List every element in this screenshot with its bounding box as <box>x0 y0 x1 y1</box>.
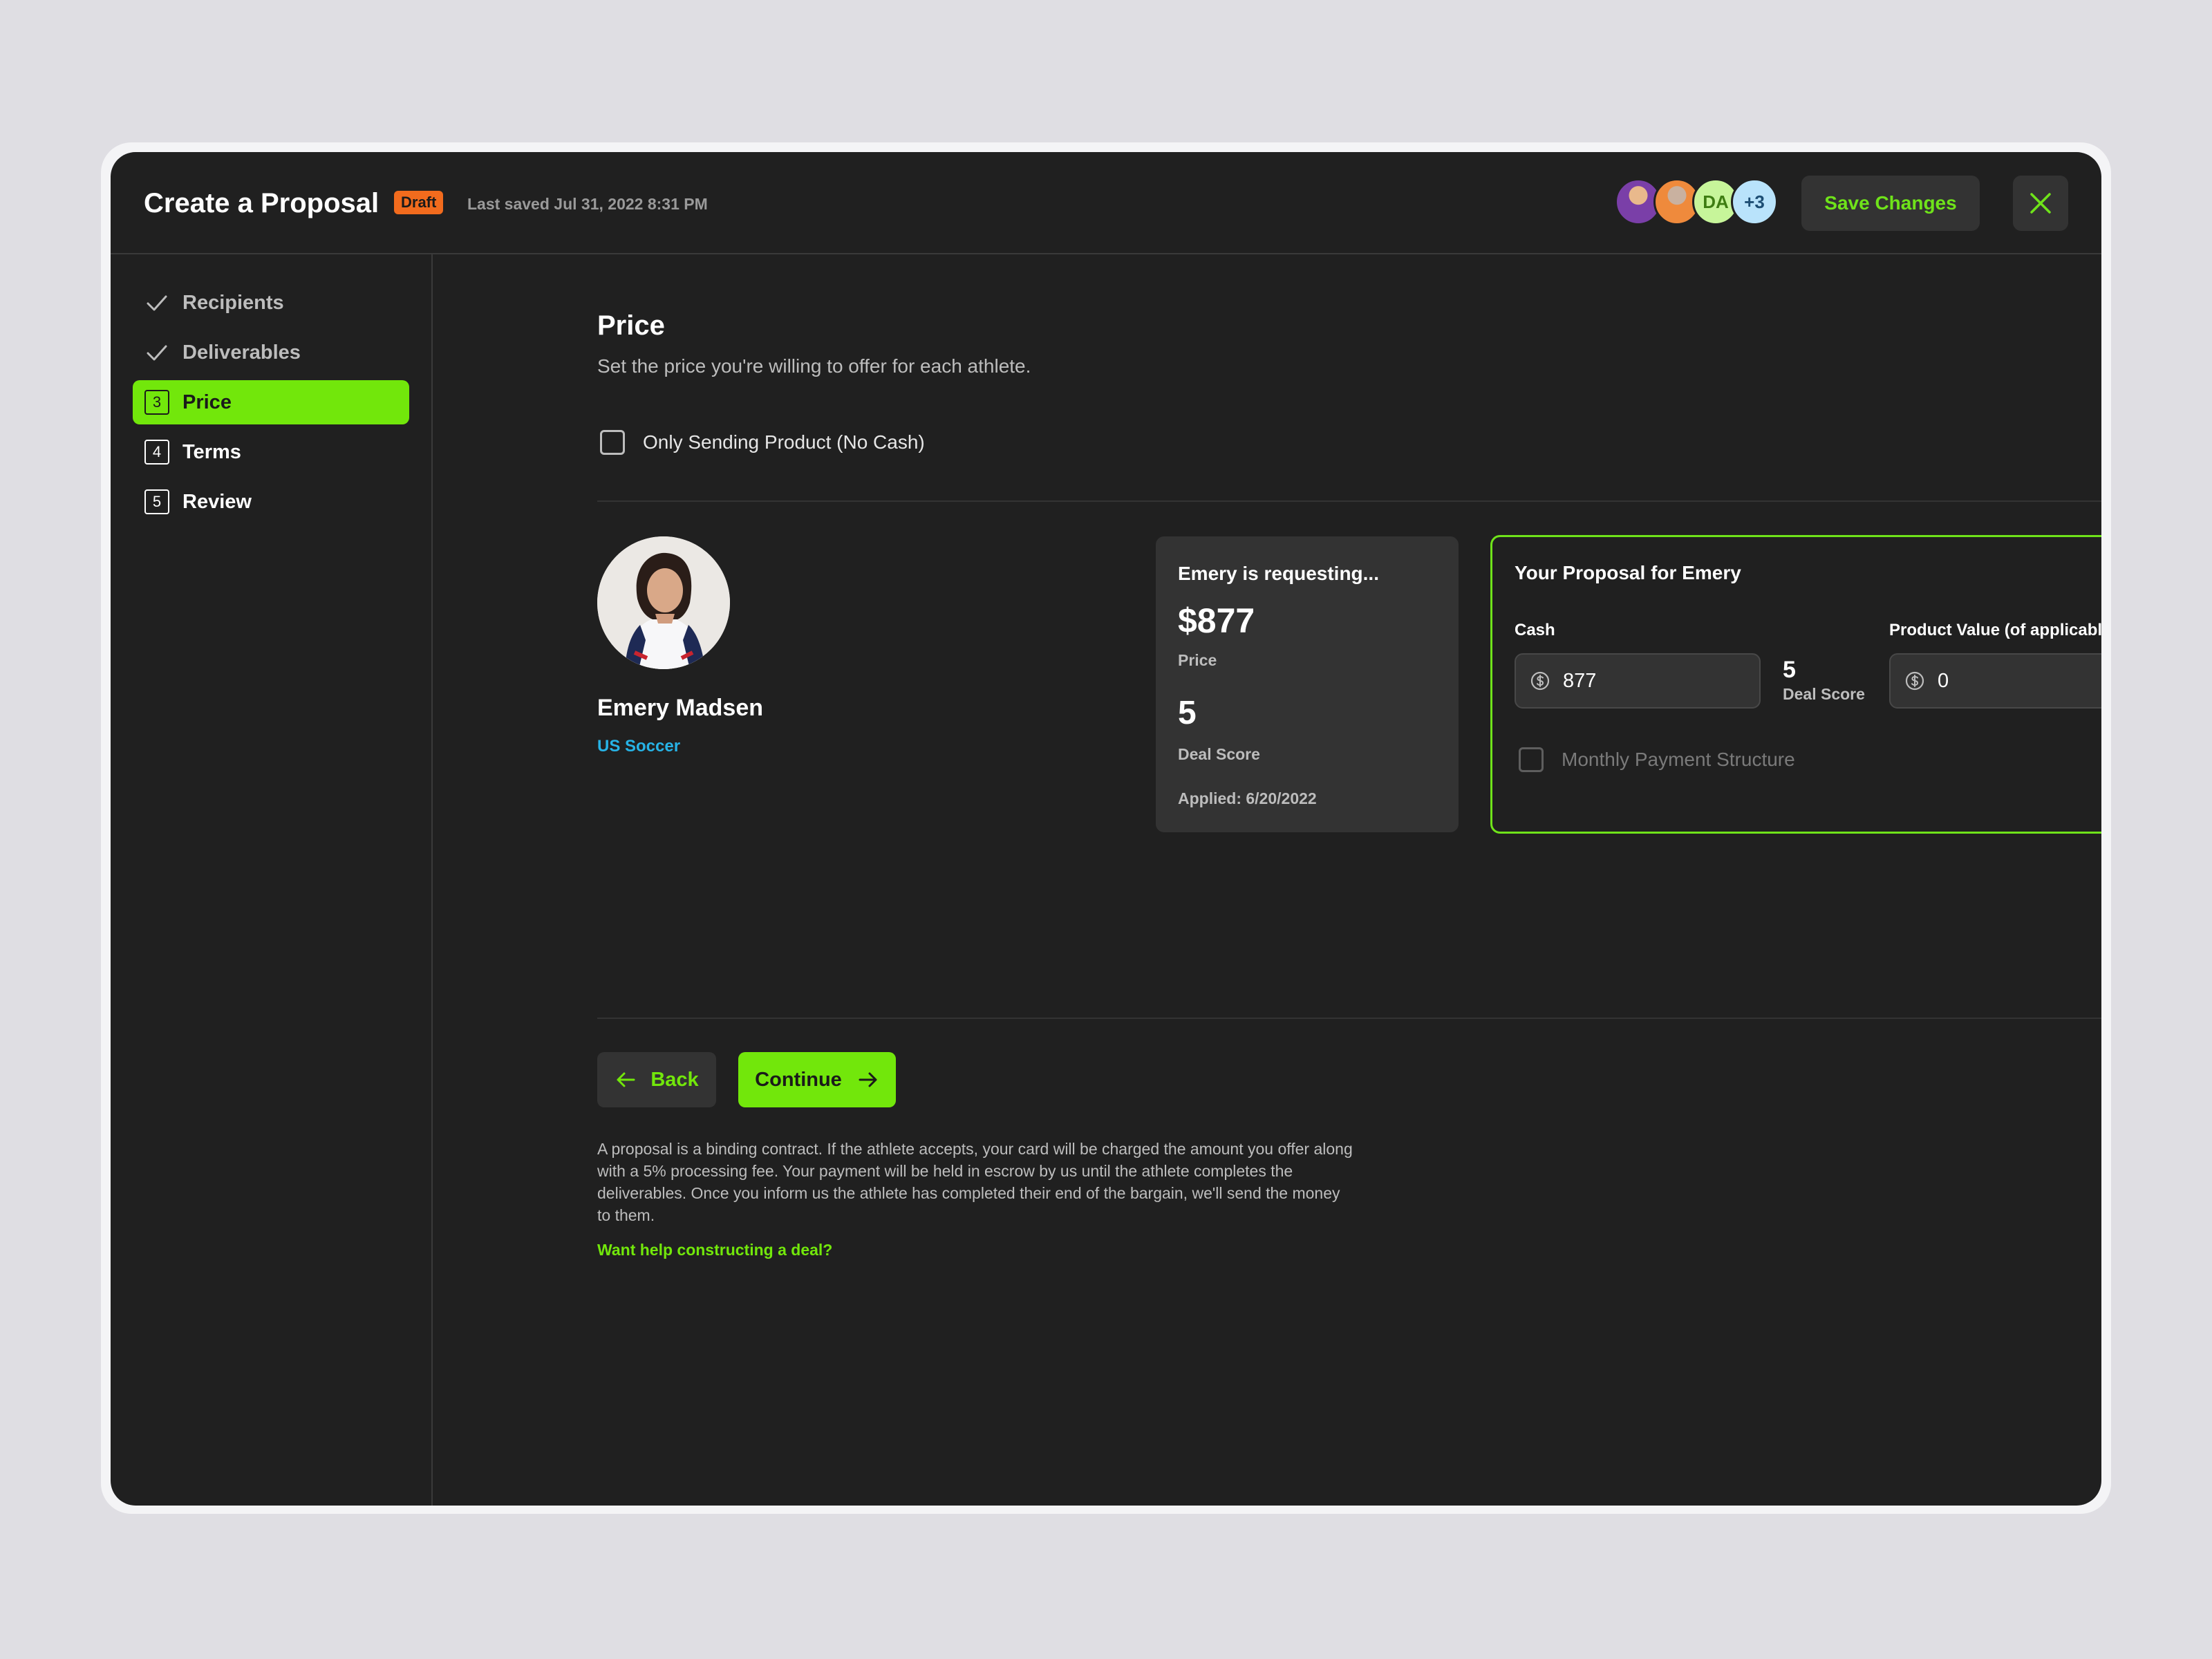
monthly-payment-checkbox[interactable] <box>1519 747 1544 772</box>
request-price-label: Price <box>1178 651 1217 669</box>
request-price: $877 <box>1178 601 1255 640</box>
request-deal-score: 5 <box>1178 695 1197 731</box>
cash-input[interactable] <box>1515 653 1761 709</box>
no-cash-checkbox-row[interactable]: Only Sending Product (No Cash) <box>600 430 925 455</box>
check-icon <box>144 339 170 366</box>
sidebar-item-review[interactable]: 5 Review <box>133 480 409 524</box>
section-subtitle: Set the price you're willing to offer fo… <box>597 355 1031 377</box>
main-content: Price Set the price you're willing to of… <box>433 254 2101 1506</box>
step-label: Deliverables <box>182 341 301 364</box>
request-deal-score-label: Deal Score <box>1178 745 1260 763</box>
last-saved-text: Last saved Jul 31, 2022 8:31 PM <box>467 195 708 213</box>
proposal-deal-score: 5 Deal Score <box>1783 656 1865 704</box>
steps-sidebar: Recipients Deliverables 3 Price 4 Terms … <box>111 254 433 1506</box>
more-avatars[interactable]: +3 <box>1731 178 1778 225</box>
athlete-avatar <box>597 536 730 669</box>
no-cash-checkbox[interactable] <box>600 430 625 455</box>
section-title: Price <box>597 310 665 341</box>
product-value-input[interactable] <box>1889 653 2101 709</box>
request-title: Emery is requesting... <box>1178 563 1379 584</box>
close-icon <box>2030 193 2051 214</box>
cash-label: Cash <box>1515 621 1555 639</box>
save-changes-button[interactable]: Save Changes <box>1801 176 1980 231</box>
step-number: 4 <box>144 440 169 465</box>
continue-label: Continue <box>755 1068 842 1091</box>
request-card: Emery is requesting... $877 Price 5 Deal… <box>1156 536 1459 832</box>
draft-badge: Draft <box>394 191 444 214</box>
sidebar-item-price[interactable]: 3 Price <box>133 380 409 424</box>
step-number: 3 <box>144 390 169 415</box>
athlete-name: Emery Madsen <box>597 695 763 721</box>
step-label: Recipients <box>182 291 284 314</box>
athlete-team-link[interactable]: US Soccer <box>597 735 680 758</box>
disclaimer-text: A proposal is a binding contract. If the… <box>597 1140 1353 1224</box>
proposal-deal-score-value: 5 <box>1783 657 1796 683</box>
step-number: 5 <box>144 489 169 514</box>
close-button[interactable] <box>2013 176 2068 231</box>
arrow-right-icon <box>859 1072 877 1087</box>
help-link[interactable]: Want help constructing a deal? <box>597 1239 832 1261</box>
back-button[interactable]: Back <box>597 1052 716 1107</box>
step-label: Terms <box>182 440 241 463</box>
cash-value[interactable] <box>1563 669 1743 693</box>
dollar-icon <box>1530 671 1550 691</box>
product-value[interactable] <box>1938 669 2101 693</box>
page-title: Create a Proposal <box>144 188 379 218</box>
product-value-label: Product Value (of applicable) <box>1889 621 2101 639</box>
collaborator-avatars[interactable]: DA +3 <box>1615 178 1794 225</box>
proposal-window: Create a Proposal Draft Last saved Jul 3… <box>111 152 2101 1506</box>
sidebar-item-terms[interactable]: 4 Terms <box>133 430 409 474</box>
proposal-card: Your Proposal for Emery Cash 5 Deal Scor… <box>1490 535 2101 834</box>
step-label: Review <box>182 490 252 513</box>
dollar-icon <box>1905 671 1924 691</box>
monthly-payment-row[interactable]: Monthly Payment Structure <box>1519 747 1795 772</box>
header: Create a Proposal Draft Last saved Jul 3… <box>111 152 2101 254</box>
divider <box>597 1018 2101 1019</box>
monthly-payment-label: Monthly Payment Structure <box>1562 749 1795 770</box>
proposal-title: Your Proposal for Emery <box>1515 562 1741 583</box>
back-label: Back <box>650 1068 699 1091</box>
no-cash-label: Only Sending Product (No Cash) <box>643 431 925 453</box>
applied-date: Applied: 6/20/2022 <box>1178 789 1317 807</box>
step-label: Price <box>182 391 232 413</box>
continue-button[interactable]: Continue <box>738 1052 896 1107</box>
arrow-left-icon <box>617 1072 635 1087</box>
proposal-deal-score-label: Deal Score <box>1783 685 1865 703</box>
sidebar-item-recipients[interactable]: Recipients <box>133 281 409 325</box>
check-icon <box>144 290 170 316</box>
divider <box>597 500 2101 502</box>
sidebar-item-deliverables[interactable]: Deliverables <box>133 330 409 375</box>
